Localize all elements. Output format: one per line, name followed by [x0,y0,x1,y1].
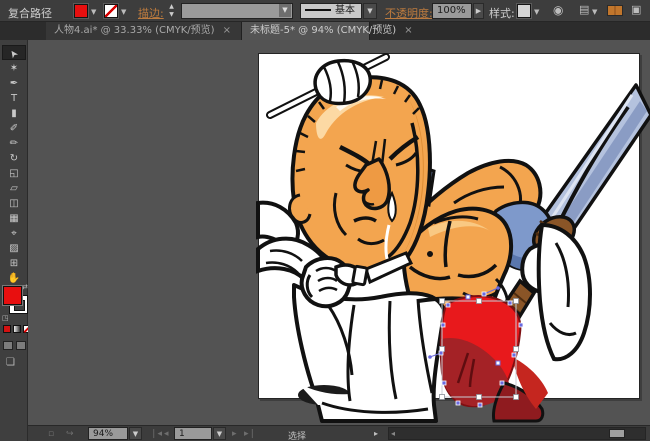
stroke-color-swatch[interactable] [104,4,118,18]
align-dropdown-icon[interactable]: ▼ [592,8,597,16]
transform-panel-icon[interactable] [607,5,623,16]
isolate-mode-icon[interactable]: ▣ [631,3,641,16]
scale-tool[interactable]: ◱ [2,166,26,181]
status-text: 选择 [288,432,307,441]
tab-label: 人物4.ai* @ 33.33% (CMYK/预览) [54,25,215,36]
brush-definition-value: 基本 [335,5,355,16]
scroll-left-icon[interactable]: ◂ [391,429,395,438]
symbol-sprayer-tool[interactable]: ▨ [2,241,26,256]
fill-color-dropdown-icon[interactable]: ▼ [91,8,96,16]
export-icon[interactable]: ↪ [66,429,74,439]
artboard-dropdown-button[interactable]: ▼ [213,427,226,440]
rectangle-tool[interactable]: ▮ [2,106,26,121]
width-tool[interactable]: ▱ [2,181,26,196]
artboard-number-field[interactable]: 1 [174,427,212,440]
illustrator-window: 复合路径 ▼ ▼ 描边: ▲ ▼ ▼ 基本 ▼ 不透明度: 100% ▶ 样式: … [0,0,650,441]
chevron-down-icon[interactable]: ▼ [279,4,291,17]
mesh-tool[interactable]: ▦ [2,211,26,226]
gradient-mode-button[interactable] [13,325,21,333]
tab-document-2-active[interactable]: 未标题-5* @ 94% (CMYK/预览) × [242,22,413,40]
free-transform-tool[interactable]: ◫ [2,196,26,211]
pencil-tool[interactable]: ✏ [2,136,26,151]
type-tool[interactable]: T [2,91,26,106]
tab-document-1[interactable]: 人物4.ai* @ 33.33% (CMYK/预览) × [46,22,242,40]
last-artboard-icon[interactable]: ▸❘ [244,429,256,439]
opacity-value: 100% [437,5,466,16]
previous-artboard-icon[interactable]: ◂ [164,429,169,439]
draw-inside-mode-button[interactable] [16,341,26,350]
artboard-tool[interactable]: ⊞ [2,256,26,271]
magic-wand-tool[interactable]: ✶ [2,61,26,76]
scrollbar-thumb[interactable] [609,429,625,438]
default-fill-stroke-icon[interactable]: ◳ [2,314,9,322]
status-flyout-icon[interactable]: ▸ [374,429,378,438]
zoom-level-value: 94% [93,429,114,439]
stroke-weight-stepper[interactable]: ▲ ▼ [166,3,177,19]
zoom-level-field[interactable]: 94% [88,427,128,440]
tab-label: 未标题-5* @ 94% (CMYK/预览) [250,25,397,36]
pasteboard[interactable] [28,40,650,425]
align-options-icon[interactable]: ▤ [579,3,589,16]
rotate-tool[interactable]: ↻ [2,151,26,166]
brush-definition-field[interactable]: 基本 [300,3,362,19]
zoom-dropdown-button[interactable]: ▼ [129,427,142,440]
head [287,75,432,276]
screen-mode-button[interactable]: ❏ [6,357,15,368]
close-icon[interactable]: × [404,25,412,36]
paintbrush-tool[interactable]: ✐ [2,121,26,136]
artboard-number-value: 1 [179,429,185,439]
close-icon[interactable]: × [223,25,231,36]
status-extra-icon: ▫ [48,429,55,439]
eyedropper-tool[interactable]: ⌖ [2,226,26,241]
opacity-panel-link[interactable]: 不透明度: [385,5,433,21]
document-tab-bar: 人物4.ai* @ 33.33% (CMYK/预览) × 未标题-5* @ 94%… [0,22,650,40]
pen-tool[interactable]: ✒ [2,76,26,91]
opacity-field[interactable]: 100% [432,3,472,19]
brush-stroke-preview [305,9,331,11]
status-bar: ▫ ↪ 94% ▼ ❘◂ ◂ 1 ▼ ▸ ▸❘ 选择 ▸ ◂ [28,425,650,441]
selected-object-type-label: 复合路径 [8,7,52,20]
style-swatch[interactable] [517,4,531,18]
brush-dropdown-button[interactable]: ▼ [363,3,377,19]
stroke-panel-link[interactable]: 描边: [138,5,164,21]
canvas-artwork[interactable] [256,53,650,423]
first-artboard-icon[interactable]: ❘◂ [150,429,162,439]
style-label: 样式: [489,7,515,20]
swap-fill-stroke-icon[interactable]: ⇄ [22,283,28,291]
selection-tool[interactable]: ➤ [2,45,26,60]
fill-indicator[interactable] [3,286,22,305]
stroke-color-dropdown-icon[interactable]: ▼ [121,8,126,16]
recolor-artwork-icon[interactable]: ◉ [553,3,563,17]
draw-normal-mode-button[interactable] [3,341,13,350]
next-artboard-icon[interactable]: ▸ [232,429,237,439]
stroke-profile-dropdown[interactable]: ▼ [181,3,293,19]
style-dropdown-icon[interactable]: ▼ [534,8,539,16]
horizontal-scrollbar[interactable]: ◂ [388,427,646,440]
tools-panel: ➤ ✶ ✒ T ▮ ✐ ✏ ↻ ◱ ▱ ◫ ▦ ⌖ ▨ ⊞ ✋ ⇄ ◳ ❏ [0,40,31,441]
fill-color-swatch[interactable] [74,4,88,18]
color-mode-button[interactable] [3,325,11,333]
control-panel: 复合路径 ▼ ▼ 描边: ▲ ▼ ▼ 基本 ▼ 不透明度: 100% ▶ 样式: … [0,0,650,22]
opacity-dropdown-button[interactable]: ▶ [473,3,484,19]
